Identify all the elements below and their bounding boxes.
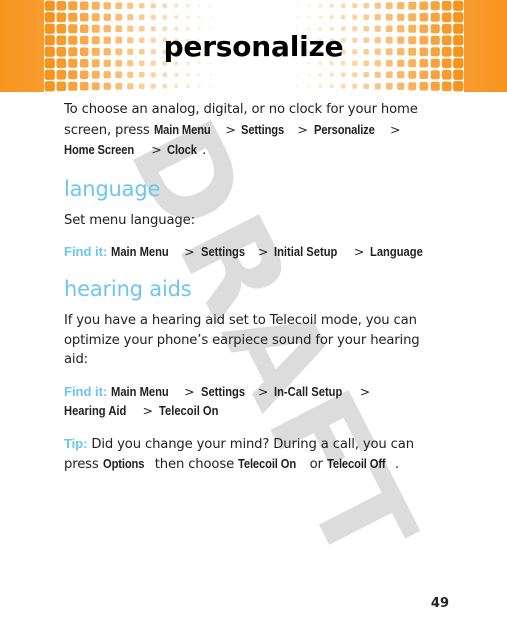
intro-text-after: .	[202, 143, 207, 158]
page-number: 49	[430, 596, 449, 611]
page-title: personalize	[163, 29, 344, 63]
menu-path-item: Language	[370, 244, 424, 259]
find-it-label: Find it:	[64, 244, 108, 259]
menu-path-item: Initial Setup	[274, 244, 338, 259]
tip-emphasis-options: Options	[102, 456, 144, 471]
menu-path-item: In-Call Setup	[274, 383, 343, 399]
language-find-it-line: Find it: Main Menu > Settings > Initial …	[64, 242, 432, 261]
tip-text-2: then choose	[150, 457, 239, 472]
menu-path-separator: >	[180, 383, 199, 399]
hearing-aids-find-it-line: Find it: Main Menu > Settings > In-Call …	[64, 382, 432, 420]
tip-text-3: or	[305, 457, 327, 472]
menu-path-item: Home Screen	[64, 142, 135, 157]
menu-path-separator: >	[253, 244, 273, 259]
menu-path-item: Clock	[167, 142, 198, 157]
menu-path-separator: >	[355, 383, 371, 399]
page-content: To choose an analog, digital, or no cloc…	[64, 100, 432, 475]
menu-path-item: Settings	[200, 244, 245, 259]
intro-paragraph: To choose an analog, digital, or no cloc…	[64, 100, 432, 161]
tip-emphasis-telecoil-on: Telecoil On	[238, 456, 297, 471]
tip-label: Tip:	[64, 435, 88, 451]
find-it-label: Find it:	[64, 383, 108, 399]
menu-path-item: Hearing Aid	[64, 402, 127, 418]
menu-path-item: Settings	[241, 121, 285, 137]
menu-path-separator: >	[138, 402, 157, 418]
menu-path-separator: >	[293, 121, 312, 137]
tip-text-4: .	[394, 457, 399, 472]
language-menu-path: Main Menu > Settings > Initial Setup > L…	[111, 244, 432, 259]
hearing-aids-body: If you have a hearing aid set to Telecoi…	[64, 313, 420, 367]
tip-paragraph: Tip: Did you change your mind? During a …	[64, 434, 432, 475]
language-body: Set menu language:	[64, 212, 195, 228]
menu-path-separator: >	[221, 121, 240, 137]
menu-path-item: Main Menu	[110, 244, 169, 259]
menu-path-item: Personalize	[313, 121, 375, 137]
menu-path-separator: >	[386, 121, 401, 137]
tip-emphasis-telecoil-off: Telecoil Off	[326, 456, 386, 471]
section-heading-language: language	[64, 176, 161, 201]
section-heading-hearing-aids: hearing aids	[64, 277, 192, 301]
menu-path-separator: >	[349, 244, 369, 259]
menu-path-separator: >	[253, 383, 273, 399]
menu-path-separator: >	[180, 244, 199, 259]
menu-path-item: Main Menu	[153, 121, 211, 137]
menu-path-separator: >	[147, 142, 166, 157]
page-header-banner: personalize	[0, 0, 507, 92]
menu-path-item: Telecoil On	[158, 402, 219, 418]
menu-path-item: Settings	[200, 383, 245, 399]
hearing-aids-menu-path: Main Menu > Settings > In-Call Setup > H…	[64, 384, 372, 418]
menu-path-item: Main Menu	[110, 383, 169, 399]
